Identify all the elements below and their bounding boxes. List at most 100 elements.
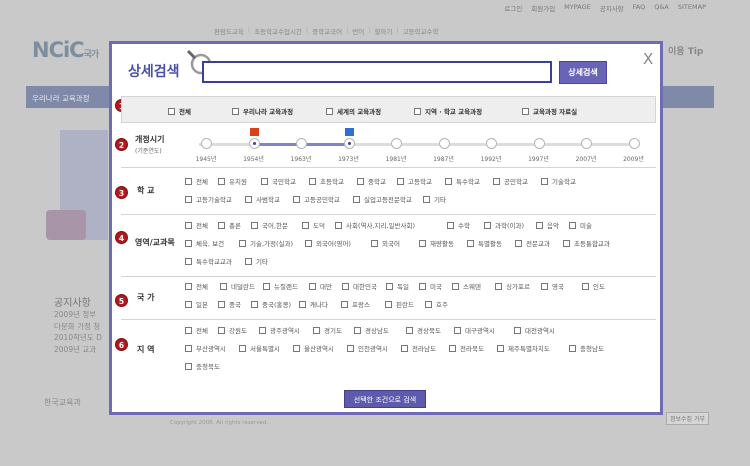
top-link-mypage[interactable]: MYPAGE xyxy=(564,3,591,13)
checkbox-box[interactable] xyxy=(353,195,360,203)
checkbox-option[interactable]: 고등학교 xyxy=(397,176,432,186)
checkbox-box[interactable] xyxy=(251,221,258,229)
checkbox-box[interactable] xyxy=(302,221,309,229)
checkbox-box[interactable] xyxy=(168,107,175,115)
checkbox-box[interactable] xyxy=(445,177,452,185)
checkbox-box[interactable] xyxy=(484,221,491,229)
checkbox-option[interactable]: 제주특별자치도 xyxy=(497,343,550,353)
checkbox-option[interactable]: 초등통합교과 xyxy=(563,238,610,248)
checkbox-box[interactable] xyxy=(232,107,239,115)
checkbox-option[interactable]: 실업고등전문학교 xyxy=(353,194,412,204)
checkbox-option[interactable]: 전문교과 xyxy=(515,238,550,248)
timeline-tick[interactable] xyxy=(486,138,497,149)
top-nav-item[interactable]: 초등학교수업시간 xyxy=(254,26,302,36)
checkbox-option[interactable]: 대전광역시 xyxy=(514,325,555,335)
checkbox-option[interactable]: 광주광역시 xyxy=(259,325,300,335)
checkbox-option[interactable]: 전라남도 xyxy=(401,343,436,353)
checkbox-box[interactable] xyxy=(293,195,300,203)
checkbox-box[interactable] xyxy=(386,282,393,290)
checkbox-box[interactable] xyxy=(423,195,430,203)
checkbox-box[interactable] xyxy=(299,300,306,308)
timeline-tick[interactable] xyxy=(296,138,307,149)
checkbox-option[interactable]: 음악 xyxy=(536,220,559,230)
checkbox-option[interactable]: 대만 xyxy=(309,281,332,291)
checkbox-option[interactable]: 재량활동 xyxy=(419,238,454,248)
checkbox-box[interactable] xyxy=(245,257,252,265)
checkbox-option[interactable]: 중국(홍콩) xyxy=(251,299,291,309)
checkbox-box[interactable] xyxy=(239,239,246,247)
checkbox-box[interactable] xyxy=(239,344,246,352)
checkbox-option[interactable]: 국민학교 xyxy=(261,176,296,186)
checkbox-all[interactable]: 전체 xyxy=(168,106,191,116)
checkbox-option[interactable]: 미술 xyxy=(569,220,592,230)
checkbox-option[interactable]: 대한민국 xyxy=(342,281,377,291)
checkbox-box[interactable] xyxy=(185,239,192,247)
checkbox-box[interactable] xyxy=(515,239,522,247)
checkbox-option[interactable]: 인도 xyxy=(582,281,605,291)
checkbox-box[interactable] xyxy=(185,221,192,229)
checkbox-box[interactable] xyxy=(452,282,459,290)
search-input[interactable] xyxy=(202,61,552,83)
checkbox-option[interactable]: 미국 xyxy=(419,281,442,291)
checkbox-option[interactable]: 중학교 xyxy=(357,176,386,186)
checkbox-box[interactable] xyxy=(563,239,570,247)
checkbox-box[interactable] xyxy=(185,177,192,185)
checkbox-box[interactable] xyxy=(185,257,192,265)
checkbox-option[interactable]: 기타 xyxy=(245,256,268,266)
checkbox-box[interactable] xyxy=(259,326,266,334)
checkbox-option[interactable]: 충청북도 xyxy=(185,361,220,371)
checkbox-box[interactable] xyxy=(335,221,342,229)
checkbox-box[interactable] xyxy=(569,344,576,352)
checkbox-option[interactable]: 강원도 xyxy=(218,325,247,335)
checkbox-box[interactable] xyxy=(293,344,300,352)
checkbox-box[interactable] xyxy=(251,300,258,308)
checkbox-box[interactable] xyxy=(245,195,252,203)
apply-search-button[interactable]: 선택한 조건으로 검색 xyxy=(344,390,426,408)
checkbox-box[interactable] xyxy=(401,344,408,352)
top-nav-item[interactable]: 고등학교수학 xyxy=(403,26,439,36)
top-link-faq[interactable]: FAQ xyxy=(633,3,646,13)
checkbox-option[interactable]: 고등공민학교 xyxy=(293,194,340,204)
checkbox-box[interactable] xyxy=(371,239,378,247)
start-flag-icon[interactable] xyxy=(249,128,259,136)
checkbox-option[interactable]: 대구광역시 xyxy=(454,325,495,335)
checkbox-option[interactable]: 프랑스 xyxy=(341,299,370,309)
checkbox-option[interactable]: 외국어(영어) xyxy=(305,238,351,248)
checkbox-box[interactable] xyxy=(406,326,413,334)
checkbox-box[interactable] xyxy=(454,326,461,334)
top-nav-item[interactable]: 먼어 xyxy=(352,26,364,36)
checkbox-option[interactable]: 경기도 xyxy=(313,325,342,335)
checkbox-option[interactable]: 특수학교 xyxy=(445,176,480,186)
checkbox-box[interactable] xyxy=(185,362,192,370)
checkbox-box[interactable] xyxy=(419,282,426,290)
checkbox-option[interactable]: 기술,가정(실과) xyxy=(239,238,293,248)
checkbox-option[interactable]: 기타 xyxy=(423,194,446,204)
checkbox-option[interactable]: 충청남도 xyxy=(569,343,604,353)
checkbox-box[interactable] xyxy=(495,282,502,290)
checkbox-box[interactable] xyxy=(309,282,316,290)
checkbox-option[interactable]: 호주 xyxy=(425,299,448,309)
end-flag-icon[interactable] xyxy=(344,128,354,136)
checkbox-box[interactable] xyxy=(185,344,192,352)
checkbox-option[interactable]: 과학(이과) xyxy=(484,220,524,230)
checkbox-box[interactable] xyxy=(185,195,192,203)
checkbox-option[interactable]: 전체 xyxy=(185,325,208,335)
top-link-login[interactable]: 로그인 xyxy=(504,3,522,13)
checkbox-box[interactable] xyxy=(447,221,454,229)
checkbox-option[interactable]: 초등학교 xyxy=(309,176,344,186)
checkbox-option[interactable]: 캐나다 xyxy=(299,299,328,309)
checkbox-box[interactable] xyxy=(425,300,432,308)
checkbox-option[interactable]: 국어,한문 xyxy=(251,220,288,230)
notice-item[interactable]: 2009년 정부 xyxy=(54,309,102,321)
checkbox-box[interactable] xyxy=(522,107,529,115)
checkbox-option[interactable]: 독일 xyxy=(386,281,409,291)
checkbox-box[interactable] xyxy=(354,326,361,334)
checkbox-box[interactable] xyxy=(218,326,225,334)
timeline-tick[interactable] xyxy=(581,138,592,149)
close-icon[interactable]: X xyxy=(643,50,653,68)
checkbox-option[interactable]: 싱가포르 xyxy=(495,281,530,291)
top-nav-item[interactable]: 할하기 xyxy=(374,26,392,36)
top-link-qna[interactable]: Q&A xyxy=(654,3,669,13)
checkbox-option[interactable]: 기술학교 xyxy=(541,176,576,186)
checkbox-box[interactable] xyxy=(185,282,192,290)
